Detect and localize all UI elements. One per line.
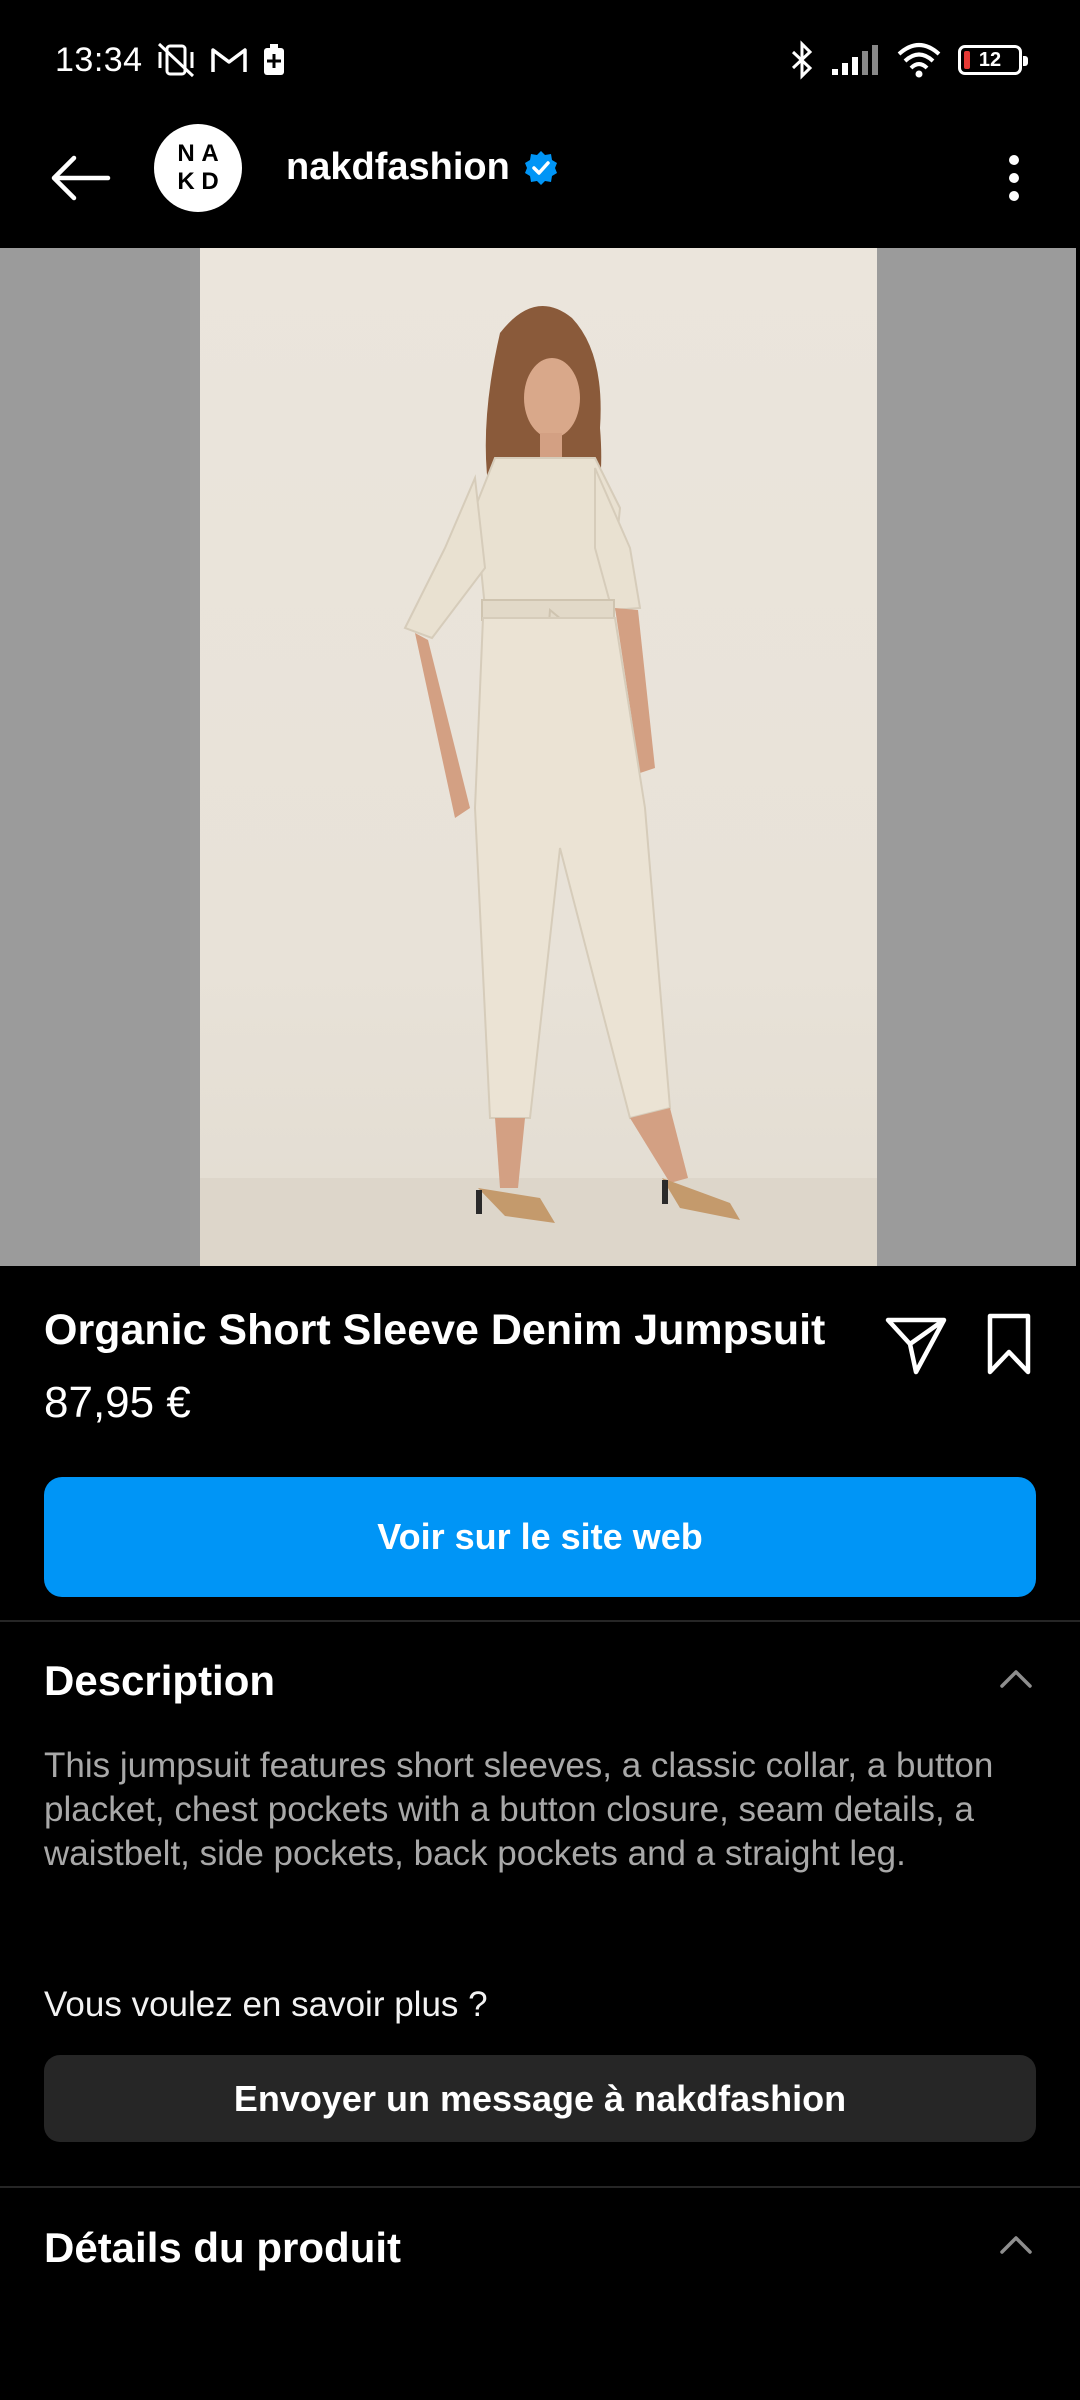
- description-heading[interactable]: Description: [44, 1657, 275, 1705]
- status-time: 13:34: [55, 40, 143, 79]
- product-photo: [200, 248, 877, 1266]
- bluetooth-icon: [791, 40, 813, 80]
- arrow-left-icon: [51, 155, 111, 201]
- battery-level: 12: [978, 48, 1002, 71]
- product-price: 87,95 €: [44, 1378, 191, 1427]
- model-in-jumpsuit-illustration: [200, 306, 877, 1266]
- save-button[interactable]: [984, 1310, 1034, 1378]
- gmail-icon: [210, 48, 247, 72]
- more-vertical-icon: [1009, 155, 1019, 201]
- chevron-up-icon[interactable]: [996, 2226, 1036, 2266]
- divider: [0, 2186, 1080, 2188]
- username-link[interactable]: nakdfashion: [286, 146, 560, 189]
- product-title: Organic Short Sleeve Denim Jumpsuit: [44, 1306, 826, 1354]
- divider: [0, 1620, 1080, 1622]
- battery-icon: 12: [958, 45, 1028, 75]
- avatar-letter: K: [177, 168, 195, 195]
- username: nakdfashion: [286, 146, 510, 188]
- verified-badge-icon: [524, 150, 557, 185]
- profile-header: N A K D nakdfashion: [0, 120, 1080, 248]
- status-left: 13:34: [55, 40, 287, 80]
- product-details-heading[interactable]: Détails du produit: [44, 2224, 401, 2272]
- back-button[interactable]: [44, 142, 116, 214]
- status-right: 12: [790, 40, 1028, 80]
- send-message-button[interactable]: Envoyer un message à nakdfashion: [44, 2055, 1036, 2142]
- battery-saver-icon: [263, 44, 284, 75]
- wifi-icon: [897, 43, 941, 78]
- learn-more-label: Vous voulez en savoir plus ?: [44, 1985, 488, 2024]
- status-bar: 13:34 12: [0, 0, 1080, 120]
- vibrate-off-icon: [157, 42, 194, 78]
- avatar-letter: D: [201, 168, 219, 195]
- product-image-area[interactable]: [0, 248, 1080, 1266]
- avatar-letter: A: [201, 140, 219, 167]
- chevron-up-icon[interactable]: [996, 1660, 1036, 1700]
- avatar[interactable]: N A K D: [154, 124, 242, 212]
- bookmark-icon: [987, 1313, 1031, 1375]
- more-options-button[interactable]: [986, 142, 1042, 214]
- send-icon: [885, 1317, 947, 1375]
- signal-icon: [832, 45, 878, 75]
- share-button[interactable]: [882, 1310, 950, 1378]
- scroll-edge: [1076, 248, 1080, 1266]
- avatar-letter: N: [177, 140, 195, 167]
- description-text: This jumpsuit features short sleeves, a …: [44, 1746, 994, 1873]
- view-on-website-button[interactable]: Voir sur le site web: [44, 1477, 1036, 1597]
